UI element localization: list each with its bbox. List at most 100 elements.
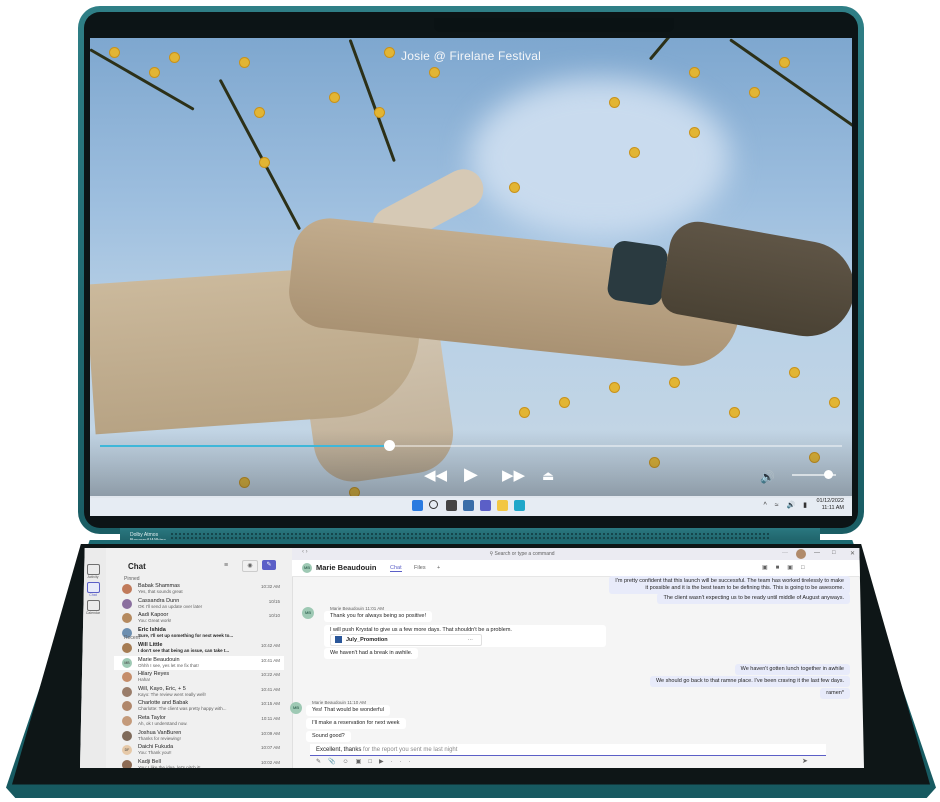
taskbar-clock[interactable]: 01/12/2022 11:11 AM — [816, 498, 844, 512]
format-icon[interactable]: ✎ — [316, 759, 328, 765]
message-outgoing: We haven't gotten lunch together in awhi… — [734, 664, 850, 675]
system-tray[interactable]: ^ ≈ 🔊 ▮ — [763, 501, 810, 509]
message-list: I'm pretty confident that this launch wi… — [290, 576, 864, 746]
compose-toolbar[interactable]: ✎📎☺▣□▶··· — [316, 758, 418, 765]
gif-icon[interactable]: ▣ — [356, 759, 369, 765]
filter-icon[interactable]: ≡ — [224, 562, 228, 569]
list-item[interactable]: Will, Kayo, Eric, + 5 Kayo: The review we… — [114, 685, 284, 699]
bell-icon[interactable] — [87, 564, 100, 575]
chat-list-title: Chat — [128, 562, 146, 571]
avatar[interactable] — [796, 549, 806, 559]
avatar — [122, 759, 132, 768]
more-options-icon[interactable]: ··· — [782, 550, 788, 556]
seek-bar[interactable] — [100, 440, 842, 451]
fast-forward-icon[interactable]: ▶▶ — [502, 468, 525, 484]
volume-icon[interactable]: 🔊 — [760, 469, 775, 485]
meet-icon[interactable]: ▶ — [379, 759, 391, 765]
timestamp: 10:42 AM — [260, 643, 280, 648]
calendar-icon[interactable] — [87, 600, 100, 611]
video-call-icon[interactable]: ◉ — [242, 560, 258, 572]
close-icon[interactable]: ✕ — [850, 550, 855, 557]
list-item[interactable]: Cassandra Dunn OK I'll send an update ove… — [114, 597, 284, 611]
header-actions[interactable]: ▣■▣□ — [762, 564, 813, 571]
message-incoming: Sound good? — [306, 731, 351, 742]
message-preview: You: I like the idea, let's pitch it! — [138, 764, 201, 768]
clock-time: 11:11 AM — [821, 505, 844, 511]
word-file-icon — [335, 636, 342, 644]
eject-icon[interactable]: ⏏ — [542, 468, 554, 484]
start-icon[interactable] — [412, 500, 423, 511]
teams-icon[interactable] — [480, 500, 491, 511]
tab-chat[interactable]: Chat — [390, 565, 402, 572]
chat-list-pane: Chat ≡ ◉ ✎ Pinned Babak Shammas Yes, that… — [106, 548, 293, 768]
rewind-icon[interactable]: ◀◀ — [424, 468, 447, 484]
avatar — [122, 672, 132, 683]
message-preview: Kayo: The review went really well! — [138, 691, 206, 697]
list-item[interactable]: Charlotte and Babak Charlotte: The client… — [114, 699, 284, 713]
timestamp: 10:41 AM — [260, 657, 280, 663]
conversation-title: Marie Beaudouin — [316, 563, 377, 572]
compose-input[interactable]: Excellent, thanks for the report you sen… — [310, 744, 826, 756]
add-tab-button[interactable]: + — [437, 565, 440, 571]
message-preview: Ohhh I see, yes let me fix that! — [138, 662, 199, 668]
file-explorer-icon[interactable] — [497, 500, 508, 511]
avatar: MB — [290, 702, 302, 714]
seek-progress — [100, 445, 390, 447]
file-more-options[interactable]: ··· — [468, 635, 474, 645]
list-item[interactable]: Hilary Reyes Haha! 10:22 AM — [114, 670, 284, 684]
video-title: Josie @ Firelane Festival — [401, 49, 541, 63]
timestamp: 10/10 — [268, 613, 280, 619]
message-preview: Thanks for reviewing! — [138, 735, 181, 741]
timestamp: 10:07 AM — [260, 745, 280, 751]
attach-icon[interactable]: 📎 — [328, 759, 342, 765]
avatar — [122, 716, 132, 726]
avatar — [122, 584, 132, 594]
search-input[interactable]: ⚲ Search or type a command — [372, 550, 672, 558]
message-incoming: Thank you for always being so positive! — [324, 611, 432, 622]
more-icon[interactable]: ··· — [391, 759, 418, 765]
message-outgoing: The client wasn't expecting us to be rea… — [657, 593, 850, 604]
avatar: MB — [122, 657, 132, 668]
list-item[interactable]: Aadi Kapoor You: Great work! 10/10 — [114, 611, 284, 625]
conversation-header: MB Marie Beaudouin Chat Files + ▣■▣□ — [292, 560, 864, 577]
nav-arrows-icon[interactable]: ‹ › — [302, 549, 308, 555]
list-item[interactable]: Joshua VanBuren Thanks for reviewing! 10:0… — [114, 729, 284, 743]
rail-label-calendar: Calendar — [85, 611, 101, 615]
send-icon[interactable]: ➤ — [802, 757, 808, 765]
list-item[interactable]: Kadji Bell You: I like the idea, let's pi… — [114, 758, 284, 768]
list-item[interactable]: Will Little I don't see that being an iss… — [114, 641, 284, 655]
maximize-icon[interactable]: □ — [832, 550, 836, 556]
message-preview: I don't see that being an issue, can tak… — [138, 648, 230, 653]
message-incoming: We haven't had a break in awhile. — [324, 648, 419, 659]
avatar — [122, 598, 132, 609]
clock-date: 01/12/2022 — [816, 498, 844, 504]
media-player-icon[interactable] — [514, 500, 525, 511]
search-icon[interactable] — [429, 500, 438, 509]
emoji-icon[interactable]: ☺ — [343, 759, 356, 765]
compose-suggestion: for the report you sent me last night — [361, 747, 458, 753]
avatar — [122, 613, 132, 624]
list-item[interactable]: MB Marie Beaudouin Ohhh I see, yes let me … — [114, 655, 284, 670]
timestamp: 10:02 AM — [260, 759, 280, 765]
message-incoming: Yes! That would be wonderful — [306, 705, 390, 716]
message-preview: You: Great work! — [138, 618, 172, 624]
new-chat-icon[interactable]: ✎ — [262, 560, 276, 570]
list-item[interactable]: Reta Taylor Ah, ok I understand now. 10:11… — [114, 714, 284, 728]
chat-icon[interactable] — [87, 582, 100, 593]
volume-handle[interactable] — [824, 470, 834, 479]
message-preview: OK I'll send an update over later — [138, 603, 203, 609]
widgets-icon[interactable] — [463, 500, 474, 511]
message-outgoing: I'm pretty confident that this launch wi… — [609, 576, 850, 594]
message-preview: Haha! — [138, 677, 151, 683]
task-view-icon[interactable] — [446, 500, 457, 511]
video-player[interactable]: Josie @ Firelane Festival ◀◀ ▶ ▶▶ ⏏ 🔊 ^ … — [90, 38, 852, 516]
minimize-icon[interactable]: — — [814, 550, 820, 556]
play-icon[interactable]: ▶ — [464, 465, 478, 483]
tab-files[interactable]: Files — [414, 565, 426, 571]
list-item[interactable]: Babak Shammas Yes, that sounds great 10:32… — [114, 582, 284, 596]
timestamp: 10:09 AM — [260, 730, 280, 736]
message-preview: Yes, that sounds great — [138, 589, 183, 594]
list-item[interactable]: DF Daichi Fukuda You: Thank you!! 10:07 AM — [114, 743, 284, 757]
file-attachment[interactable]: July_Promotion ··· — [330, 634, 482, 646]
sticker-icon[interactable]: □ — [368, 759, 379, 765]
